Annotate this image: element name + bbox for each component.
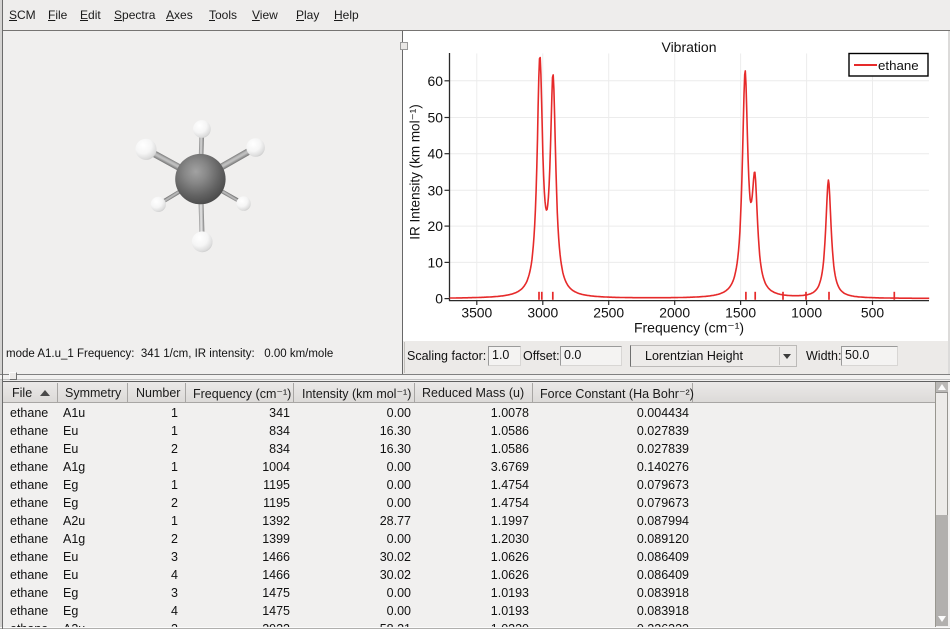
svg-text:1500: 1500 bbox=[725, 305, 756, 321]
svg-text:3000: 3000 bbox=[527, 305, 558, 321]
svg-text:500: 500 bbox=[861, 305, 884, 321]
svg-text:Frequency (cm⁻¹): Frequency (cm⁻¹) bbox=[634, 320, 744, 336]
svg-text:0: 0 bbox=[435, 291, 443, 307]
svg-text:2500: 2500 bbox=[593, 305, 624, 321]
svg-text:ethane: ethane bbox=[878, 58, 919, 73]
svg-text:3500: 3500 bbox=[461, 305, 492, 321]
svg-text:10: 10 bbox=[428, 254, 444, 270]
svg-text:30: 30 bbox=[428, 182, 444, 198]
svg-text:IR Intensity (km mol⁻¹): IR Intensity (km mol⁻¹) bbox=[408, 104, 423, 239]
svg-text:2000: 2000 bbox=[659, 305, 690, 321]
svg-text:Vibration: Vibration bbox=[661, 39, 716, 55]
svg-text:40: 40 bbox=[428, 146, 444, 162]
svg-text:60: 60 bbox=[428, 73, 444, 89]
svg-text:20: 20 bbox=[428, 218, 444, 234]
svg-text:1000: 1000 bbox=[791, 305, 822, 321]
svg-text:50: 50 bbox=[428, 110, 444, 126]
